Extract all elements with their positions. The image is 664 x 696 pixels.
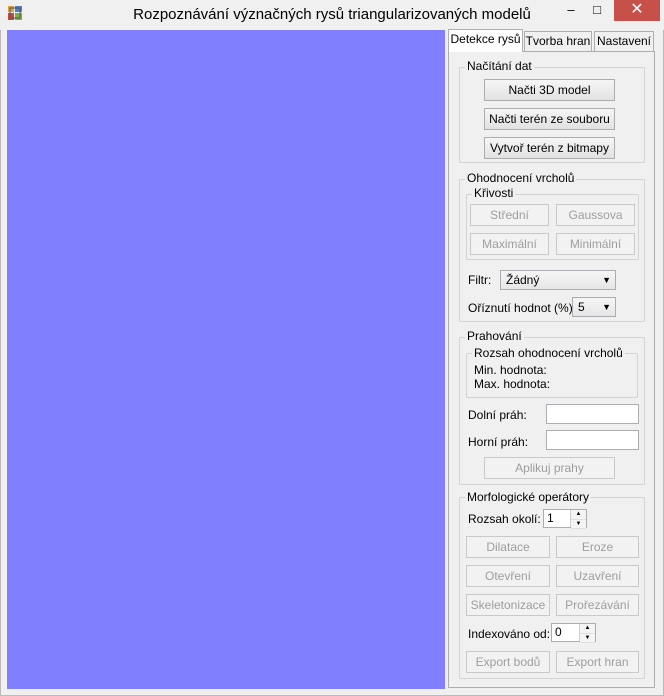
curvature-gauss-button[interactable]: Gaussova bbox=[556, 204, 635, 226]
close-button[interactable]: ✕ bbox=[614, 0, 660, 21]
skeletonization-button[interactable]: Skeletonizace bbox=[466, 594, 550, 616]
group-morfo-title: Morfologické operátory bbox=[465, 490, 592, 504]
group-prahovani-title: Prahování bbox=[465, 329, 524, 343]
neighborhood-label: Rozsah okolí: bbox=[468, 512, 541, 526]
load-3d-model-button[interactable]: Načti 3D model bbox=[484, 79, 615, 101]
dilation-button[interactable]: Dilatace bbox=[466, 536, 550, 558]
create-terrain-bitmap-button[interactable]: Vytvoř terén z bitmapy bbox=[484, 137, 615, 159]
group-nacitani-title: Načítání dat bbox=[465, 59, 534, 73]
min-value-label: Min. hodnota: bbox=[474, 363, 547, 377]
lower-threshold-label: Dolní práh: bbox=[468, 408, 527, 422]
tab-nastaveni[interactable]: Nastavení bbox=[594, 31, 654, 51]
opening-button[interactable]: Otevření bbox=[466, 565, 550, 587]
filter-select-value: Žádný bbox=[506, 273, 540, 287]
apply-thresholds-button[interactable]: Aplikuj prahy bbox=[484, 457, 615, 479]
stepper-up-icon[interactable]: ▲ bbox=[580, 624, 595, 634]
neighborhood-stepper[interactable]: 1 ▲ ▼ bbox=[543, 509, 587, 529]
curvature-min-button[interactable]: Minimální bbox=[556, 233, 635, 255]
load-terrain-file-button[interactable]: Načti terén ze souboru bbox=[484, 108, 615, 130]
cut-select[interactable]: 5 ▼ bbox=[572, 297, 616, 317]
group-rozsah-title: Rozsah ohodnocení vrcholů bbox=[472, 346, 625, 360]
stepper-down-icon[interactable]: ▼ bbox=[580, 633, 595, 643]
cut-label: Oříznutí hodnot (%): bbox=[468, 301, 577, 315]
erosion-button[interactable]: Eroze bbox=[556, 536, 639, 558]
curvature-max-button[interactable]: Maximální bbox=[470, 233, 549, 255]
index-from-stepper[interactable]: 0 ▲ ▼ bbox=[551, 623, 596, 643]
maximize-button[interactable]: □ bbox=[584, 0, 610, 21]
pruning-button[interactable]: Prořezávání bbox=[556, 594, 639, 616]
group-ohodnoceni-title: Ohodnocení vrcholů bbox=[465, 171, 577, 185]
tab-detekce-rysu[interactable]: Detekce rysů bbox=[448, 29, 523, 52]
model-viewport[interactable] bbox=[7, 30, 445, 689]
filter-select[interactable]: Žádný ▼ bbox=[500, 270, 616, 290]
upper-threshold-label: Horní práh: bbox=[468, 435, 529, 449]
neighborhood-value: 1 bbox=[547, 511, 554, 525]
chevron-down-icon: ▼ bbox=[602, 275, 611, 285]
stepper-down-icon[interactable]: ▼ bbox=[571, 519, 586, 529]
chevron-down-icon: ▼ bbox=[602, 302, 611, 312]
group-krivosti-title: Křivosti bbox=[472, 186, 516, 200]
closing-button[interactable]: Uzavření bbox=[556, 565, 639, 587]
max-value-label: Max. hodnota: bbox=[474, 377, 551, 391]
stepper-buttons[interactable]: ▲ ▼ bbox=[579, 624, 595, 643]
upper-threshold-input[interactable] bbox=[546, 430, 639, 450]
lower-threshold-input[interactable] bbox=[546, 404, 639, 424]
index-from-value: 0 bbox=[555, 625, 562, 639]
curvature-mean-button[interactable]: Střední bbox=[470, 204, 549, 226]
cut-select-value: 5 bbox=[578, 300, 585, 314]
tab-tvorba-hran[interactable]: Tvorba hran bbox=[524, 31, 592, 51]
stepper-up-icon[interactable]: ▲ bbox=[571, 510, 586, 520]
minimize-button[interactable]: – bbox=[558, 0, 584, 21]
stepper-buttons[interactable]: ▲ ▼ bbox=[570, 510, 586, 529]
export-edges-button[interactable]: Export hran bbox=[556, 651, 639, 673]
export-points-button[interactable]: Export bodů bbox=[466, 651, 550, 673]
index-from-label: Indexováno od: bbox=[468, 627, 551, 641]
filter-label: Filtr: bbox=[468, 273, 492, 287]
